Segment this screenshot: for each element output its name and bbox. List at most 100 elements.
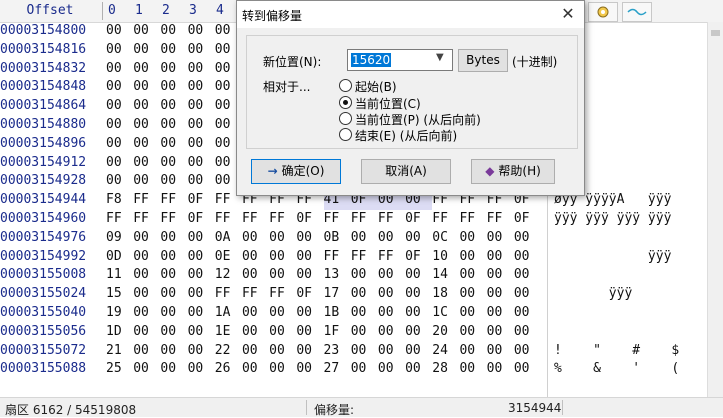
text-row[interactable]: ÿÿÿ: [548, 248, 708, 267]
hex-byte[interactable]: 00: [269, 323, 296, 342]
hex-byte[interactable]: 1B: [324, 304, 351, 323]
hex-byte[interactable]: FF: [242, 210, 269, 229]
hex-byte[interactable]: 00: [459, 323, 486, 342]
hex-byte[interactable]: 18: [432, 285, 459, 304]
hex-byte[interactable]: 15: [106, 285, 133, 304]
bytes-unit-button[interactable]: Bytes: [458, 49, 508, 72]
hex-byte[interactable]: 00: [160, 266, 187, 285]
hex-byte[interactable]: 00: [269, 360, 296, 379]
hex-byte[interactable]: 19: [106, 304, 133, 323]
hex-byte[interactable]: 27: [324, 360, 351, 379]
hex-byte[interactable]: 00: [378, 229, 405, 248]
hex-byte[interactable]: 14: [432, 266, 459, 285]
hex-byte[interactable]: 1F: [324, 323, 351, 342]
hex-byte[interactable]: 00: [296, 304, 323, 323]
hex-byte[interactable]: 0F: [188, 191, 215, 210]
hex-byte[interactable]: FF: [378, 210, 405, 229]
hex-byte[interactable]: 00: [106, 172, 133, 191]
hex-byte[interactable]: 17: [324, 285, 351, 304]
hex-byte[interactable]: 00: [242, 342, 269, 361]
hex-byte[interactable]: 00: [106, 135, 133, 154]
hex-byte[interactable]: 00: [242, 304, 269, 323]
hex-byte[interactable]: 21: [106, 342, 133, 361]
new-position-combobox[interactable]: 15620 ▼: [347, 49, 453, 71]
hex-row[interactable]: 11 00 00 00 12 00 00 00 13 00 00 00 14 00 00 00: [106, 266, 542, 285]
hex-byte[interactable]: 00: [160, 248, 187, 267]
hex-byte[interactable]: 00: [133, 78, 160, 97]
hex-byte[interactable]: FF: [133, 191, 160, 210]
hex-byte[interactable]: 00: [487, 229, 514, 248]
text-row[interactable]: % & ' (: [548, 360, 708, 379]
hex-byte[interactable]: 00: [133, 285, 160, 304]
hex-byte[interactable]: 00: [160, 116, 187, 135]
hex-byte[interactable]: 00: [133, 60, 160, 79]
hex-byte[interactable]: 00: [269, 304, 296, 323]
hex-byte[interactable]: F8: [106, 191, 133, 210]
hex-byte[interactable]: 1A: [215, 304, 242, 323]
hex-byte[interactable]: 12: [215, 266, 242, 285]
hex-byte[interactable]: 00: [514, 266, 541, 285]
hex-byte[interactable]: 0D: [106, 248, 133, 267]
hex-byte[interactable]: FF: [378, 248, 405, 267]
ok-button[interactable]: → 确定(O): [251, 159, 341, 184]
text-row[interactable]: [548, 266, 708, 285]
hex-byte[interactable]: 00: [133, 135, 160, 154]
hex-byte[interactable]: 00: [514, 229, 541, 248]
hex-byte[interactable]: FF: [269, 210, 296, 229]
hex-byte[interactable]: 00: [296, 266, 323, 285]
hex-byte[interactable]: FF: [133, 210, 160, 229]
hex-byte[interactable]: 28: [432, 360, 459, 379]
hex-byte[interactable]: 00: [459, 229, 486, 248]
hex-byte[interactable]: 00: [296, 342, 323, 361]
hex-byte[interactable]: 0F: [188, 210, 215, 229]
hex-byte[interactable]: 20: [432, 323, 459, 342]
hex-byte[interactable]: 00: [188, 285, 215, 304]
hex-byte[interactable]: 00: [160, 135, 187, 154]
hex-row[interactable]: 09 00 00 00 0A 00 00 00 0B 00 00 00 0C 00 00 00: [106, 229, 542, 248]
hex-byte[interactable]: 00: [514, 323, 541, 342]
text-row[interactable]: ÿÿÿ: [548, 285, 708, 304]
hex-byte[interactable]: 00: [514, 248, 541, 267]
hex-byte[interactable]: 00: [378, 360, 405, 379]
text-row[interactable]: ! " # $: [548, 342, 708, 361]
hex-byte[interactable]: FF: [459, 210, 486, 229]
hex-byte[interactable]: 00: [487, 304, 514, 323]
hex-byte[interactable]: 00: [514, 342, 541, 361]
hex-byte[interactable]: 00: [133, 342, 160, 361]
hex-byte[interactable]: 0F: [514, 210, 541, 229]
hex-byte[interactable]: FF: [106, 210, 133, 229]
hex-byte[interactable]: 00: [106, 41, 133, 60]
chevron-down-icon[interactable]: ▼: [436, 52, 444, 63]
hex-byte[interactable]: FF: [215, 210, 242, 229]
hex-byte[interactable]: 00: [269, 248, 296, 267]
vertical-scrollbar[interactable]: [707, 22, 723, 397]
hex-byte[interactable]: 00: [269, 229, 296, 248]
hex-byte[interactable]: 00: [188, 41, 215, 60]
hex-byte[interactable]: 00: [188, 266, 215, 285]
hex-row[interactable]: 1D 00 00 00 1E 00 00 00 1F 00 00 00 20 00 00 00: [106, 323, 542, 342]
hex-byte[interactable]: 00: [133, 266, 160, 285]
hex-row[interactable]: FF FF FF 0F FF FF FF 0F FF FF FF 0F FF FF FF 0F: [106, 210, 542, 229]
text-row[interactable]: [548, 229, 708, 248]
hex-byte[interactable]: 00: [133, 22, 160, 41]
radio-button[interactable]: [339, 128, 352, 141]
hex-byte[interactable]: 00: [160, 60, 187, 79]
hex-byte[interactable]: 00: [378, 304, 405, 323]
hex-byte[interactable]: 09: [106, 229, 133, 248]
hex-byte[interactable]: 10: [432, 248, 459, 267]
text-row[interactable]: [548, 323, 708, 342]
hex-byte[interactable]: 00: [487, 285, 514, 304]
hex-byte[interactable]: 00: [405, 342, 432, 361]
hex-byte[interactable]: 00: [133, 116, 160, 135]
hex-row[interactable]: 0D 00 00 00 0E 00 00 00 FF FF FF 0F 10 00 00 00: [106, 248, 542, 267]
hex-byte[interactable]: 00: [106, 60, 133, 79]
hex-byte[interactable]: 1D: [106, 323, 133, 342]
hex-byte[interactable]: 00: [405, 360, 432, 379]
hex-byte[interactable]: 00: [133, 41, 160, 60]
hex-byte[interactable]: 23: [324, 342, 351, 361]
hex-byte[interactable]: 00: [133, 172, 160, 191]
hex-byte[interactable]: 00: [405, 323, 432, 342]
hex-byte[interactable]: 00: [351, 285, 378, 304]
hex-byte[interactable]: 00: [188, 304, 215, 323]
hex-byte[interactable]: 00: [160, 285, 187, 304]
